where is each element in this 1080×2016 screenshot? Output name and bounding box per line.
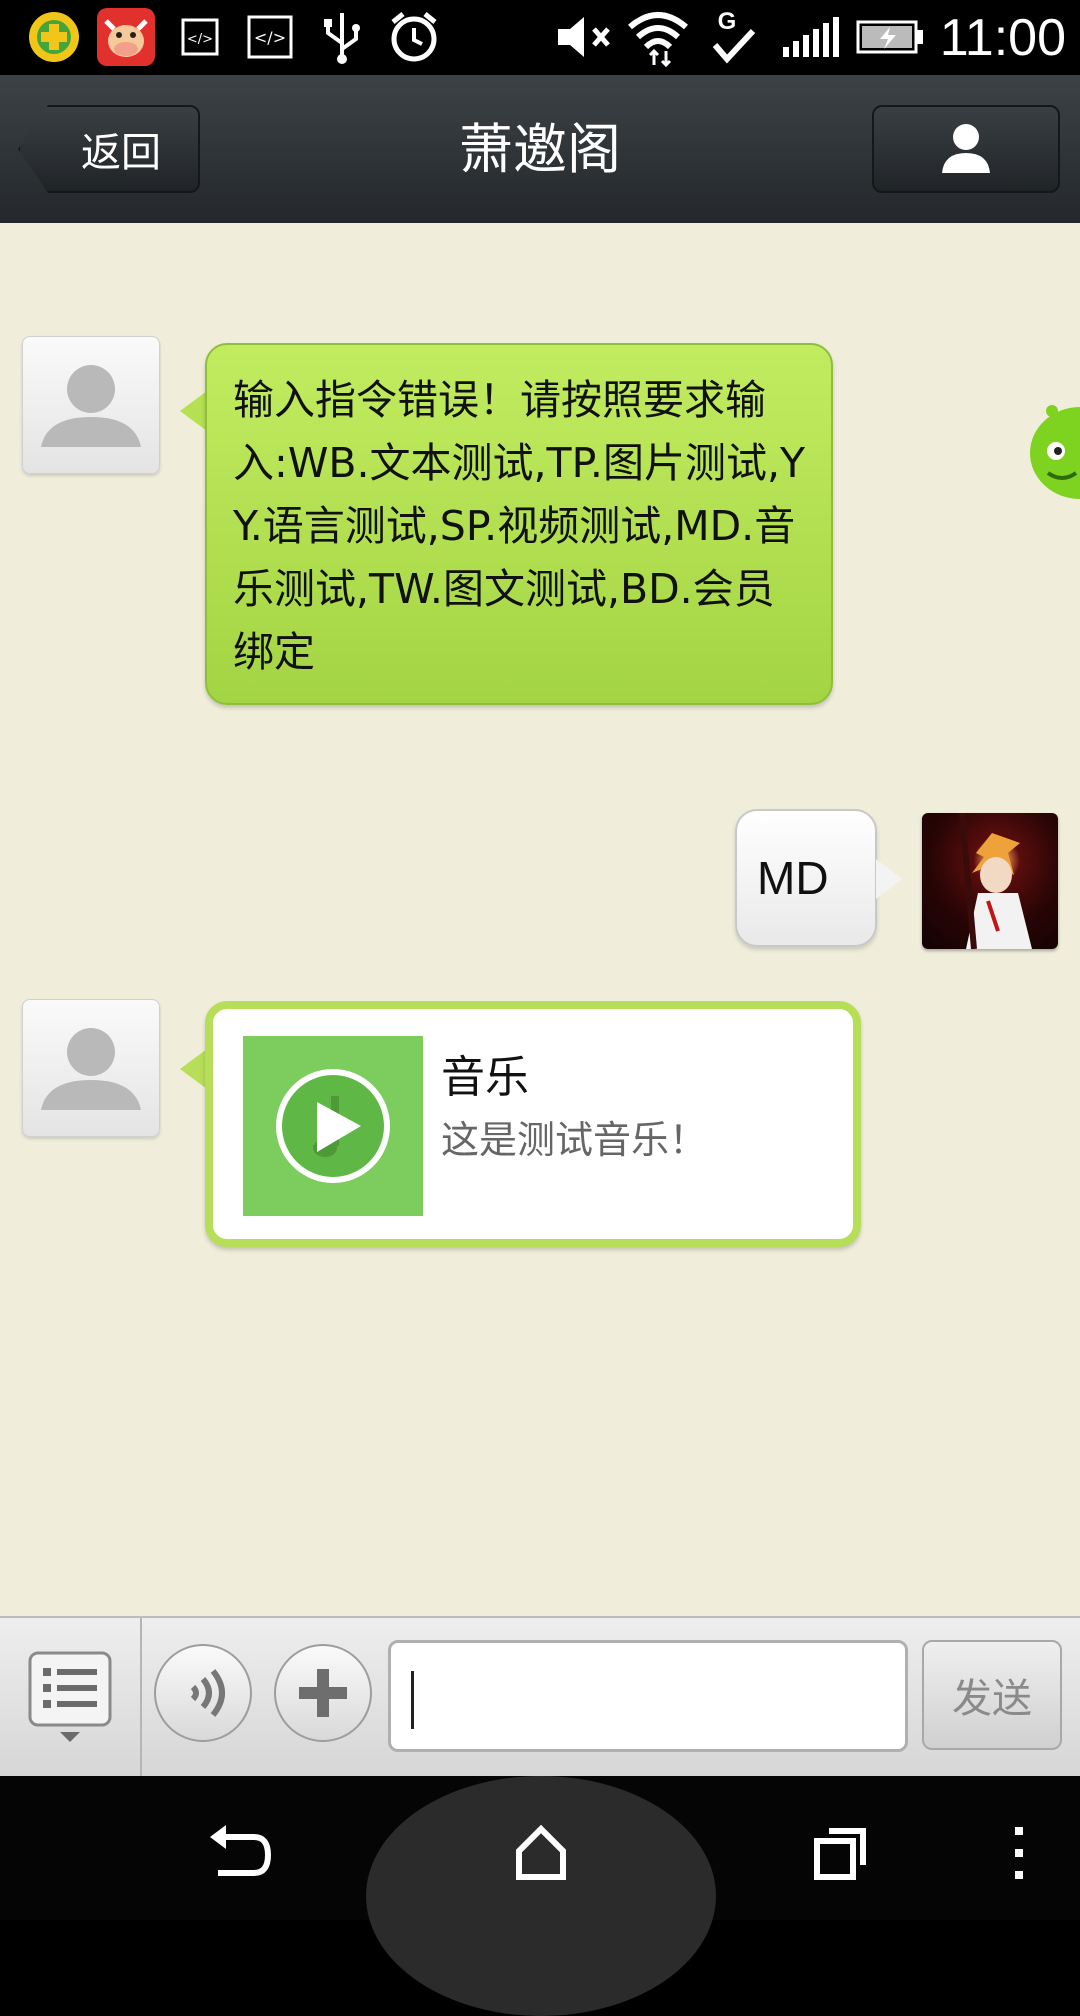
send-button-label: 发送 bbox=[952, 1676, 1032, 1722]
status-bar: </> </> G 11:00 bbox=[0, 0, 1080, 75]
person-icon bbox=[938, 119, 994, 179]
voice-icon bbox=[190, 1669, 225, 1717]
mute-icon bbox=[552, 8, 616, 66]
contact-avatar[interactable] bbox=[22, 336, 160, 474]
bubble-tail bbox=[180, 391, 207, 431]
profile-button[interactable] bbox=[872, 105, 1060, 193]
my-avatar[interactable] bbox=[922, 813, 1058, 949]
menu-list-icon bbox=[28, 1651, 112, 1742]
plus-icon bbox=[299, 1669, 347, 1717]
overflow-menu-icon bbox=[1015, 1827, 1023, 1879]
bubble-tail bbox=[180, 1049, 207, 1089]
recent-apps-icon bbox=[814, 1828, 866, 1880]
nav-overflow-button[interactable] bbox=[974, 1808, 1064, 1898]
nav-back-button[interactable] bbox=[194, 1808, 284, 1898]
message-bubble-incoming[interactable]: 输入指令错误！请按照要求输入:WB.文本测试,TP.图片测试,YY.语言测试,S… bbox=[205, 343, 833, 705]
navigation-bar bbox=[0, 1776, 1080, 2016]
battery-charging-icon bbox=[856, 8, 926, 66]
play-music-icon bbox=[276, 1069, 390, 1183]
chat-header: 返回 萧邀阁 bbox=[0, 75, 1080, 227]
music-description: 这是测试音乐！ bbox=[441, 1118, 708, 1162]
add-button[interactable] bbox=[274, 1644, 372, 1742]
alarm-icon bbox=[386, 8, 442, 66]
code-bracket-icon: </> bbox=[244, 8, 296, 66]
music-message-card[interactable]: 音乐 这是测试音乐！ bbox=[205, 1001, 861, 1247]
back-icon bbox=[210, 1825, 272, 1876]
signal-icon bbox=[780, 8, 842, 66]
message-text: MD bbox=[757, 852, 829, 904]
sync-check-icon: G bbox=[706, 8, 762, 66]
green-creature-sticker bbox=[1022, 391, 1080, 509]
text-caret bbox=[411, 1671, 414, 1729]
music-title: 音乐 bbox=[441, 1052, 529, 1103]
input-bar: 发送 bbox=[0, 1616, 1080, 1778]
music-thumbnail[interactable] bbox=[243, 1036, 423, 1216]
code-icon: </> bbox=[178, 8, 222, 66]
bubble-tail bbox=[876, 859, 902, 899]
message-text: 输入指令错误！请按照要求输入:WB.文本测试,TP.图片测试,YY.语言测试,S… bbox=[233, 376, 806, 676]
clock-time: 11:00 bbox=[939, 9, 1066, 67]
wifi-icon bbox=[626, 8, 690, 67]
svg-text:G: G bbox=[718, 8, 737, 35]
voice-button[interactable] bbox=[154, 1644, 252, 1742]
send-button[interactable]: 发送 bbox=[922, 1640, 1062, 1750]
svg-text:</>: </> bbox=[254, 28, 286, 47]
360-security-icon bbox=[24, 8, 84, 66]
default-avatar-icon bbox=[41, 365, 141, 447]
menu-toggle-button[interactable] bbox=[0, 1618, 142, 1778]
chat-area[interactable]: 输入指令错误！请按照要求输入:WB.文本测试,TP.图片测试,YY.语言测试,S… bbox=[0, 223, 1080, 1616]
usb-icon bbox=[316, 8, 368, 66]
anime-avatar-image bbox=[959, 813, 1032, 949]
nav-home-button[interactable] bbox=[496, 1808, 586, 1898]
contact-avatar[interactable] bbox=[22, 999, 160, 1137]
home-icon bbox=[516, 1824, 566, 1880]
default-avatar-icon bbox=[41, 1028, 141, 1110]
nav-recent-button[interactable] bbox=[796, 1808, 886, 1898]
cow-app-icon bbox=[94, 8, 158, 66]
svg-text:</>: </> bbox=[187, 32, 213, 47]
message-bubble-outgoing[interactable]: MD bbox=[735, 809, 877, 947]
message-input[interactable] bbox=[388, 1640, 908, 1752]
